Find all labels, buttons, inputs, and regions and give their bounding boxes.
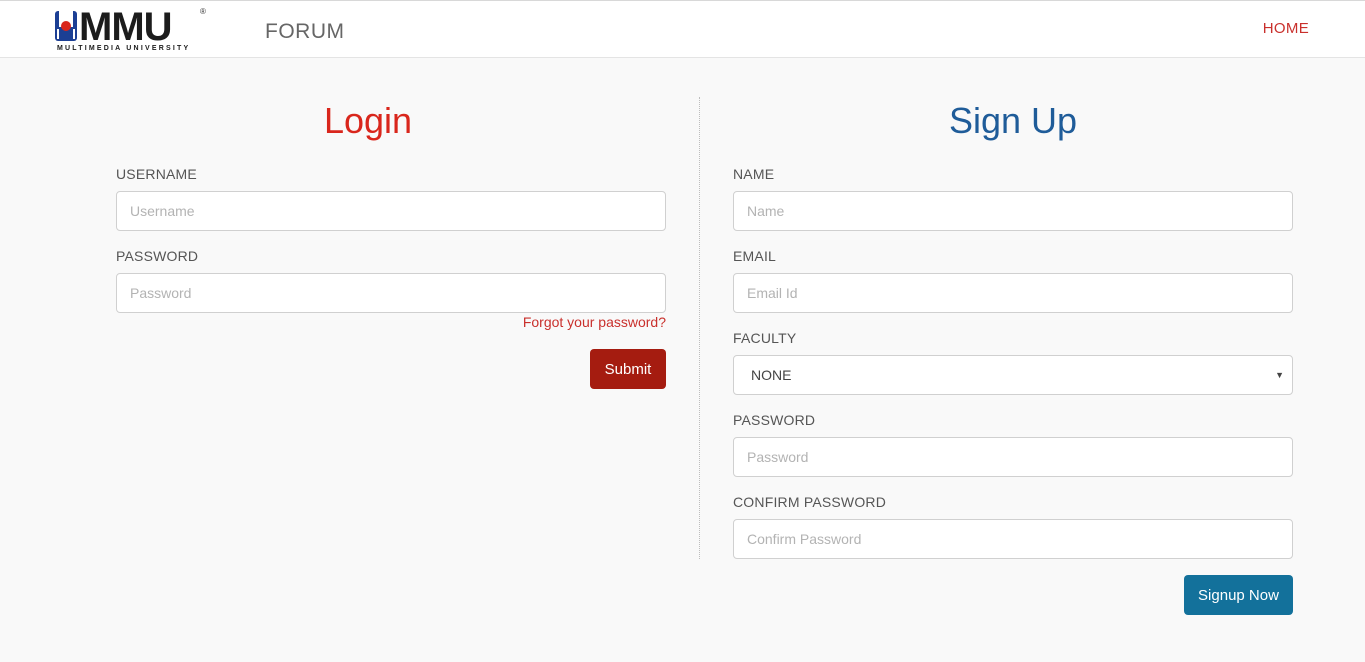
top-navbar: MMU ® MULTIMEDIA UNIVERSITY FORUM HOME [0, 0, 1365, 58]
signup-now-button[interactable]: Signup Now [1184, 575, 1293, 615]
email-label: EMAIL [733, 248, 777, 264]
confirm-password-label: CONFIRM PASSWORD [733, 494, 887, 510]
password-input[interactable] [116, 273, 666, 313]
caret-down-icon: ▼ [1275, 370, 1284, 380]
name-input[interactable] [733, 191, 1293, 231]
name-label: NAME [733, 166, 775, 182]
faculty-label: FACULTY [733, 330, 797, 346]
logo-text: MMU [79, 5, 173, 49]
brand-forum-label: FORUM [265, 20, 345, 43]
logo-registered-mark: ® [200, 7, 206, 16]
email-input[interactable] [733, 273, 1293, 313]
nav-home-link[interactable]: HOME [1263, 20, 1309, 37]
password-label: PASSWORD [116, 248, 199, 264]
signup-password-label: PASSWORD [733, 412, 816, 428]
faculty-selected-value: NONE [751, 367, 792, 383]
forgot-password-link[interactable]: Forgot your password? [523, 314, 666, 330]
submit-button[interactable]: Submit [590, 349, 666, 389]
signup-title: Sign Up [948, 100, 1078, 141]
faculty-select[interactable]: NONE ▼ [733, 355, 1293, 395]
logo-subtext: MULTIMEDIA UNIVERSITY [57, 45, 191, 52]
username-label: USERNAME [116, 166, 197, 182]
section-divider [699, 97, 700, 559]
login-title: Login [323, 100, 413, 141]
username-input[interactable] [116, 191, 666, 231]
signup-password-input[interactable] [733, 437, 1293, 477]
confirm-password-input[interactable] [733, 519, 1293, 559]
